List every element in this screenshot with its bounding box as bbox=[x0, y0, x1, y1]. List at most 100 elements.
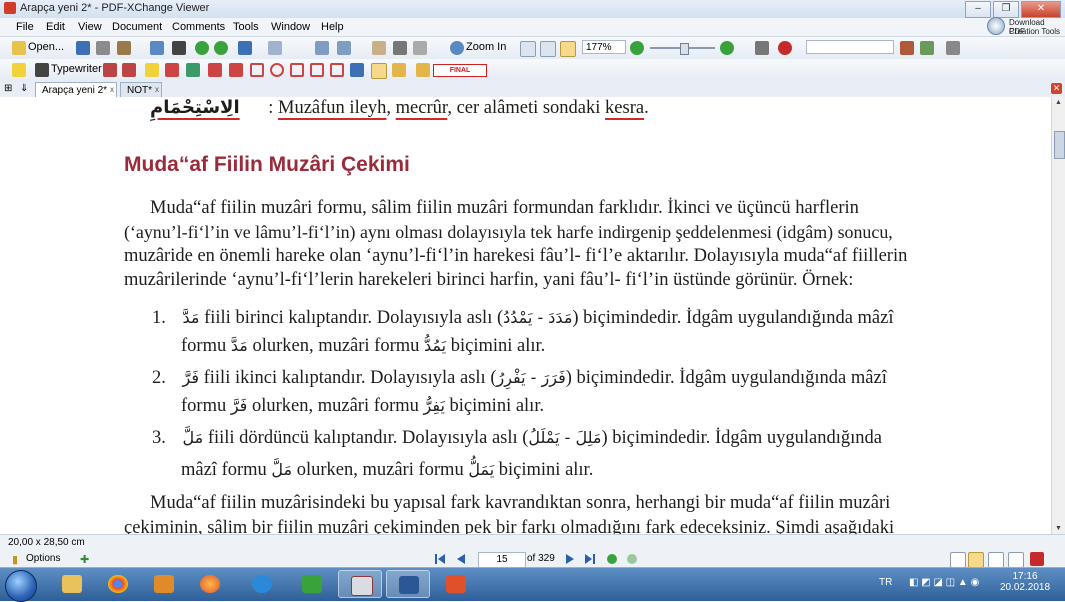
redo-icon[interactable] bbox=[268, 41, 282, 55]
scroll-up-icon[interactable]: ▲ bbox=[1055, 99, 1062, 106]
tab-close-icon[interactable]: x bbox=[155, 82, 159, 97]
continuous-facing-view-icon[interactable] bbox=[1008, 552, 1024, 568]
open-button-label[interactable]: Open... bbox=[28, 41, 64, 53]
taskbar-ie[interactable] bbox=[240, 570, 284, 598]
highlight-lips-icon[interactable] bbox=[778, 41, 792, 55]
tools-options-icon[interactable] bbox=[946, 41, 960, 55]
vertical-scrollbar[interactable]: ▲ ▼ bbox=[1051, 97, 1065, 534]
menu-window[interactable]: Window bbox=[271, 21, 310, 33]
typewriter-icon[interactable] bbox=[35, 63, 49, 77]
callout-icon[interactable] bbox=[122, 63, 136, 77]
typewriter-label[interactable]: Typewriter bbox=[51, 63, 102, 75]
view-icon[interactable] bbox=[755, 41, 769, 55]
line-icon[interactable] bbox=[229, 63, 243, 77]
print-icon[interactable] bbox=[96, 41, 110, 55]
taskbar-media[interactable] bbox=[142, 570, 186, 598]
facing-view-icon[interactable] bbox=[988, 552, 1004, 568]
tab-download-icon[interactable]: ⇓ bbox=[20, 83, 28, 94]
cloud-icon[interactable] bbox=[330, 63, 344, 77]
taskbar-word[interactable] bbox=[386, 570, 430, 598]
pin-icon[interactable] bbox=[350, 63, 364, 77]
page-number-input[interactable]: 15 bbox=[478, 552, 526, 568]
zoom-in-icon[interactable] bbox=[450, 41, 464, 55]
zoom-level-field[interactable]: 177% bbox=[582, 40, 626, 54]
taskbar-chrome[interactable] bbox=[96, 570, 140, 598]
stamp-final[interactable]: FINAL bbox=[433, 64, 487, 77]
tab-close-icon[interactable]: x bbox=[110, 82, 114, 97]
tray-icons[interactable]: ◧ ◩ ◪ ◫ ▲ ◉ bbox=[909, 577, 979, 588]
taskbar-camtasia[interactable] bbox=[290, 570, 334, 598]
single-page-view-icon[interactable] bbox=[950, 552, 966, 568]
eraser-icon[interactable] bbox=[392, 63, 406, 77]
tab-grid-icon[interactable]: ⊞ bbox=[4, 83, 12, 94]
underline-icon[interactable] bbox=[186, 63, 200, 77]
menu-view[interactable]: View bbox=[78, 21, 102, 33]
undo-icon[interactable] bbox=[238, 41, 252, 55]
strikeout-icon[interactable] bbox=[165, 63, 179, 77]
menu-edit[interactable]: Edit bbox=[46, 21, 65, 33]
pencil-icon[interactable] bbox=[371, 63, 387, 79]
taskbar-recorder[interactable] bbox=[434, 570, 478, 598]
scan-icon[interactable] bbox=[117, 41, 131, 55]
download-pdf-tools-button[interactable]: Download PDF Creation Tools bbox=[985, 15, 1061, 39]
paste-icon[interactable] bbox=[337, 41, 351, 55]
actual-size-icon[interactable] bbox=[520, 41, 536, 57]
oval-icon[interactable] bbox=[270, 63, 284, 77]
last-page-icon[interactable] bbox=[584, 553, 596, 565]
taskbar-pdf-xchange[interactable] bbox=[338, 570, 382, 598]
polyline-icon[interactable] bbox=[310, 63, 324, 77]
start-button[interactable] bbox=[5, 570, 37, 602]
ocr-icon[interactable] bbox=[172, 41, 186, 55]
previous-page-icon[interactable] bbox=[455, 553, 467, 565]
menu-tools[interactable]: Tools bbox=[233, 21, 259, 33]
history-forward-icon[interactable] bbox=[626, 553, 638, 565]
polygon-icon[interactable] bbox=[290, 63, 304, 77]
options-icon[interactable]: ▮ bbox=[12, 553, 18, 566]
taskbar-firefox[interactable] bbox=[188, 570, 232, 598]
fit-width-icon[interactable] bbox=[560, 41, 576, 57]
zoom-in-plus-icon[interactable] bbox=[720, 41, 734, 55]
menu-file[interactable]: File bbox=[16, 21, 34, 33]
menu-help[interactable]: Help bbox=[321, 21, 344, 33]
scroll-thumb[interactable] bbox=[1054, 131, 1065, 159]
copy-icon[interactable] bbox=[315, 41, 329, 55]
forward-icon[interactable] bbox=[214, 41, 228, 55]
back-icon[interactable] bbox=[195, 41, 209, 55]
textbox-icon[interactable] bbox=[103, 63, 117, 77]
menu-document[interactable]: Document bbox=[112, 21, 162, 33]
save-icon[interactable] bbox=[76, 41, 90, 55]
fit-page-icon[interactable] bbox=[540, 41, 556, 57]
rectangle-icon[interactable] bbox=[250, 63, 264, 77]
hand-tool-icon[interactable] bbox=[372, 41, 386, 55]
menu-comments[interactable]: Comments bbox=[172, 21, 225, 33]
arrow-icon[interactable] bbox=[208, 63, 222, 77]
taskbar-explorer[interactable] bbox=[50, 570, 94, 598]
tab-arapca-yeni[interactable]: Arapça yeni 2* x bbox=[35, 82, 117, 97]
close-document-icon[interactable]: ✕ bbox=[1051, 83, 1062, 94]
properties-icon[interactable] bbox=[150, 41, 164, 55]
zoom-slider[interactable] bbox=[650, 43, 715, 55]
sticky-note-icon[interactable] bbox=[12, 63, 26, 77]
first-page-icon[interactable] bbox=[434, 553, 446, 565]
plugin-icon[interactable]: ✚ bbox=[80, 553, 89, 566]
continuous-view-icon[interactable] bbox=[968, 552, 984, 568]
scroll-down-icon[interactable]: ▼ bbox=[1055, 525, 1062, 532]
next-page-icon[interactable] bbox=[564, 553, 576, 565]
select-text-icon[interactable] bbox=[413, 41, 427, 55]
stamp-icon[interactable] bbox=[416, 63, 430, 77]
pdf-icon[interactable] bbox=[1030, 552, 1044, 566]
options-menu[interactable]: Options bbox=[26, 553, 60, 564]
search-input[interactable] bbox=[806, 40, 894, 54]
open-folder-icon[interactable] bbox=[12, 41, 26, 55]
zoom-slider-knob[interactable] bbox=[680, 43, 689, 55]
highlight-text-icon[interactable] bbox=[145, 63, 159, 77]
find-next-icon[interactable] bbox=[920, 41, 934, 55]
zoom-out-icon[interactable] bbox=[630, 41, 644, 55]
tab-not[interactable]: NOT* x bbox=[120, 82, 162, 97]
history-back-icon[interactable] bbox=[606, 553, 618, 565]
snapshot-icon[interactable] bbox=[393, 41, 407, 55]
language-indicator[interactable]: TR bbox=[879, 577, 892, 588]
search-icon[interactable] bbox=[900, 41, 914, 55]
clock[interactable]: 17:16 20.02.2018 bbox=[995, 571, 1055, 593]
zoom-in-label[interactable]: Zoom In bbox=[466, 41, 506, 53]
